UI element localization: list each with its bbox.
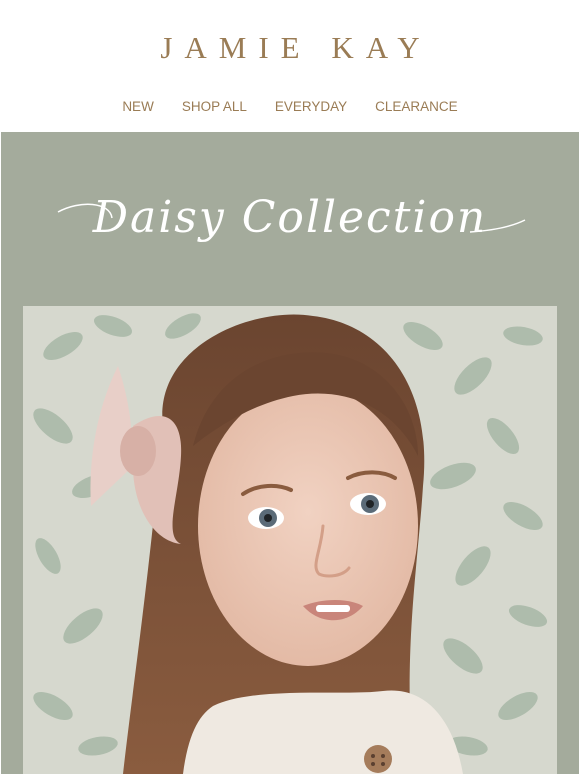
face bbox=[198, 386, 418, 666]
nav-item-new[interactable]: NEW bbox=[122, 99, 154, 114]
photo-illustration bbox=[23, 306, 557, 774]
nav-item-shop-all[interactable]: SHOP ALL bbox=[182, 99, 247, 114]
hero-title: Daisy Collection bbox=[0, 170, 580, 280]
email-page: JAMIE KAY NEW SHOP ALL EVERYDAY CLEARANC… bbox=[0, 0, 580, 774]
brand-logo[interactable]: JAMIE KAY bbox=[0, 30, 580, 66]
sweater-button-icon bbox=[364, 745, 392, 773]
nav-item-clearance[interactable]: CLEARANCE bbox=[375, 99, 458, 114]
sweater bbox=[183, 690, 463, 774]
header: JAMIE KAY NEW SHOP ALL EVERYDAY CLEARANC… bbox=[0, 0, 580, 132]
hero-photo[interactable] bbox=[23, 306, 557, 774]
nav-item-everyday[interactable]: EVERYDAY bbox=[275, 99, 347, 114]
main-nav: NEW SHOP ALL EVERYDAY CLEARANCE bbox=[0, 99, 580, 114]
hero-title-text: Daisy Collection bbox=[92, 192, 488, 243]
